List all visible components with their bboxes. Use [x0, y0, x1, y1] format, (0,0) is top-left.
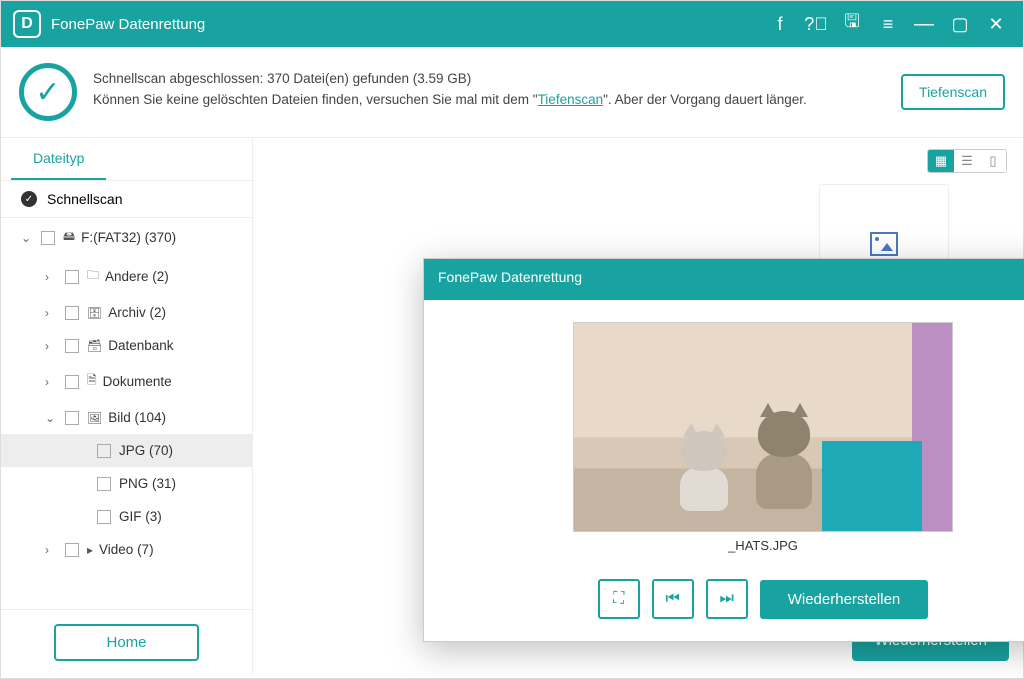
tree-datenbank[interactable]: ›🗃Datenbank — [1, 329, 252, 362]
checkbox[interactable] — [97, 510, 111, 524]
status-bar: ✓ Schnellscan abgeschlossen: 370 Datei(e… — [1, 47, 1023, 138]
tree-png[interactable]: PNG (31) — [1, 467, 252, 500]
chevron-right-icon: › — [45, 543, 59, 557]
chevron-down-icon: ⌄ — [45, 411, 59, 425]
checkmark-icon: ✓ — [19, 63, 77, 121]
preview-filename: _HATS.JPG — [728, 538, 798, 553]
chevron-right-icon: › — [45, 339, 59, 353]
status-line1: Schnellscan abgeschlossen: 370 Datei(en)… — [93, 71, 807, 86]
tree-video[interactable]: ›▸Video (7) — [1, 533, 252, 566]
app-title: FonePaw Datenrettung — [51, 16, 205, 33]
titlebar: D FonePaw Datenrettung f ?⃝ 🖫 ≡ — ▢ ✕ — [1, 1, 1023, 47]
chevron-right-icon: › — [45, 270, 59, 284]
maximize-icon[interactable]: ▢ — [945, 9, 975, 39]
status-line2: Können Sie keine gelöschten Dateien find… — [93, 92, 807, 107]
view-toggle: ▦ ☰ ▯ — [927, 149, 1007, 173]
image-icon: 🖼 — [87, 411, 102, 425]
view-detail-icon[interactable]: ▯ — [980, 150, 1006, 172]
home-button[interactable]: Home — [54, 624, 198, 661]
modal-recover-button[interactable]: Wiederherstellen — [760, 580, 929, 619]
tree-drive[interactable]: ⌄ 🖴 F:(FAT32) (370) — [1, 218, 252, 257]
deep-scan-link[interactable]: Tiefenscan — [538, 92, 604, 107]
modal-header: FonePaw Datenrettung ✕ — [424, 259, 1024, 300]
fullscreen-icon[interactable]: ⛶ — [598, 579, 640, 619]
main-area: ▦ ☰ ▯ IMG-20…1).jpg chute d'eau.jpg hamb… — [253, 138, 1023, 675]
main-toolbar: ▦ ☰ ▯ — [253, 138, 1023, 184]
preview-image — [573, 322, 953, 532]
checkbox[interactable] — [65, 543, 79, 557]
close-icon[interactable]: ✕ — [981, 9, 1011, 39]
tree-gif[interactable]: GIF (3) — [1, 500, 252, 533]
tree-bild[interactable]: ⌄🖼Bild (104) — [1, 401, 252, 434]
tree-andere[interactable]: ›🗀Andere (2) — [1, 257, 252, 296]
drive-icon: 🖴 — [63, 227, 75, 248]
minimize-icon[interactable]: — — [909, 9, 939, 39]
document-icon: 🗎 — [87, 371, 97, 392]
sidebar: Dateityp ✓ Schnellscan ⌄ 🖴 F:(FAT32) (37… — [1, 138, 253, 675]
file-tree: ⌄ 🖴 F:(FAT32) (370) ›🗀Andere (2) ›🗄Archi… — [1, 218, 252, 609]
status-text: Schnellscan abgeschlossen: 370 Datei(en)… — [93, 71, 807, 113]
checkbox[interactable] — [41, 231, 55, 245]
tree-archiv[interactable]: ›🗄Archiv (2) — [1, 296, 252, 329]
deep-scan-button[interactable]: Tiefenscan — [901, 74, 1005, 110]
chevron-down-icon: ⌄ — [21, 231, 35, 245]
chevron-right-icon: › — [45, 375, 59, 389]
facebook-icon[interactable]: f — [765, 9, 795, 39]
database-icon: 🗃 — [87, 339, 102, 353]
image-placeholder-icon — [870, 232, 898, 256]
checkbox[interactable] — [65, 270, 79, 284]
quickscan-row[interactable]: ✓ Schnellscan — [1, 180, 252, 218]
checkbox[interactable] — [65, 339, 79, 353]
tree-dokumente[interactable]: ›🗎Dokumente — [1, 362, 252, 401]
checkbox[interactable] — [65, 411, 79, 425]
folder-icon: 🗀 — [87, 266, 99, 287]
menu-icon[interactable]: ≡ — [873, 9, 903, 39]
checkbox[interactable] — [97, 477, 111, 491]
view-grid-icon[interactable]: ▦ — [928, 150, 954, 172]
video-icon: ▸ — [87, 543, 93, 557]
preview-modal: FonePaw Datenrettung ✕ _HATS.JPG ⛶ ⏮ ⏭ W… — [423, 258, 1024, 642]
save-icon[interactable]: 🖫 — [837, 9, 867, 39]
view-list-icon[interactable]: ☰ — [954, 150, 980, 172]
checkbox[interactable] — [97, 444, 111, 458]
modal-controls: ⛶ ⏮ ⏭ Wiederherstellen — [598, 579, 929, 619]
app-logo-icon: D — [13, 10, 41, 38]
checkbox[interactable] — [65, 306, 79, 320]
tab-filetype[interactable]: Dateityp — [11, 138, 106, 180]
prev-icon[interactable]: ⏮ — [652, 579, 694, 619]
checkmark-dot-icon: ✓ — [21, 191, 37, 207]
help-icon[interactable]: ?⃝ — [801, 9, 831, 39]
checkbox[interactable] — [65, 375, 79, 389]
modal-title: FonePaw Datenrettung — [438, 269, 582, 290]
chevron-right-icon: › — [45, 306, 59, 320]
tree-jpg[interactable]: JPG (70) — [1, 434, 252, 467]
archive-icon: 🗄 — [87, 306, 102, 320]
next-icon[interactable]: ⏭ — [706, 579, 748, 619]
